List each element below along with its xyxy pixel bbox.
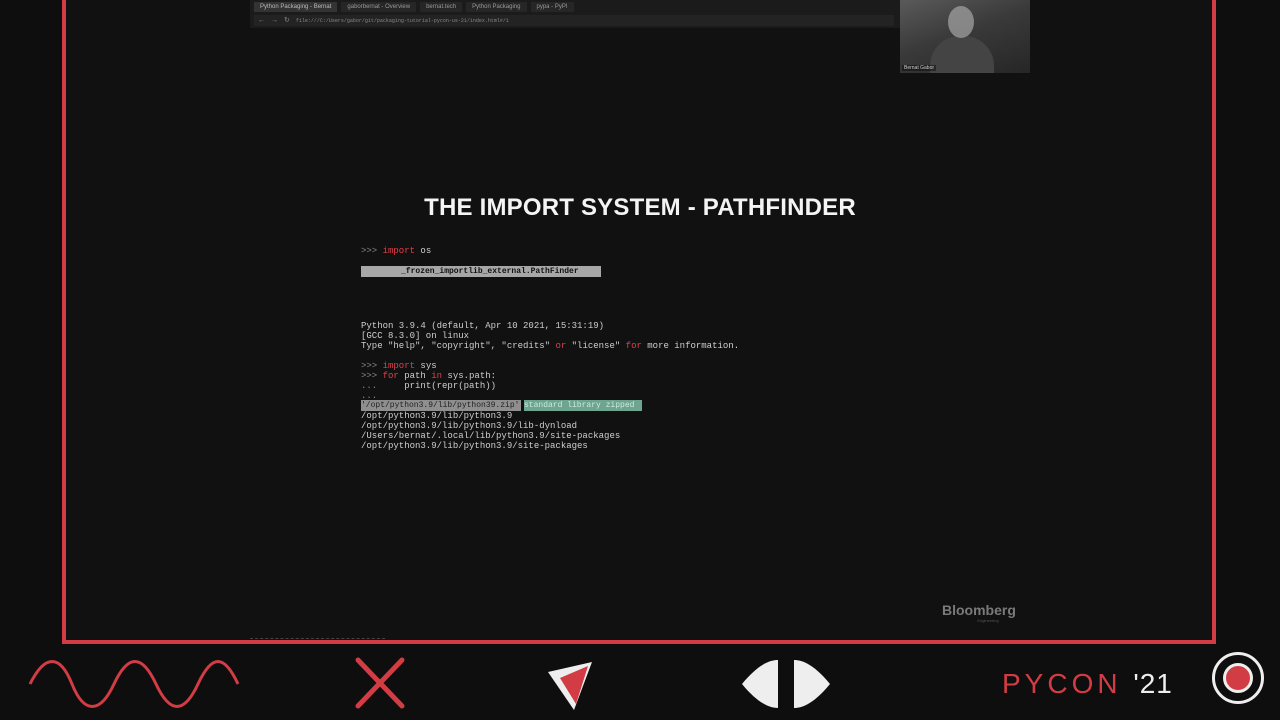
repl-prompt: >>>: [361, 371, 383, 381]
zip-path-highlight: '/opt/python3.9/lib/python39.zip': [361, 400, 521, 411]
keyword: for: [625, 341, 642, 351]
keyword: in: [431, 371, 443, 381]
repl-prompt: >>>: [361, 361, 383, 371]
webcam-name-label: Bernat Gabor: [902, 65, 937, 71]
code-text: os: [415, 246, 432, 256]
keyword: or: [555, 341, 567, 351]
browser-tab[interactable]: Python Packaging: [466, 2, 527, 12]
reload-icon[interactable]: ↻: [284, 15, 290, 26]
webcam-feed: Bernat Gabor: [900, 0, 1030, 73]
bloomberg-subtext: Engineering: [977, 618, 999, 623]
x-icon: [355, 657, 405, 709]
keyword: import: [382, 361, 416, 371]
repl-line: ... print(repr(path)): [361, 381, 496, 391]
person-face: [948, 6, 974, 38]
banner-line: [GCC 8.3.0] on linux: [361, 331, 470, 341]
zip-note-highlight: standard library zipped: [524, 400, 642, 411]
url-text[interactable]: file:///C:/Users/gabor/git/packaging-tut…: [296, 18, 509, 24]
repl-line: >>> for path in sys.path:: [361, 371, 496, 381]
path-line: /Users/bernat/.local/lib/python3.9/site-…: [361, 431, 621, 441]
paper-plane-icon: [548, 662, 592, 710]
browser-tab[interactable]: bernat.tech: [420, 2, 463, 12]
repl-prompt: ...: [361, 381, 405, 391]
pycon-year: '21: [1133, 668, 1173, 699]
browser-tab[interactable]: Python Packaging - Bernat: [254, 2, 338, 12]
pathfinder-highlight: _frozen_importlib_external.PathFinder: [361, 266, 601, 277]
slide-progress-ticks: [250, 636, 385, 639]
code-text: path: [398, 371, 432, 381]
code-text: "license": [566, 341, 626, 351]
path-line: /opt/python3.9/lib/python3.9: [361, 411, 513, 421]
code-text: sys.path:: [442, 371, 497, 381]
pycon-logo-icon: [1212, 652, 1264, 704]
wave-icon: [28, 660, 240, 708]
pycon-logo-inner: [1223, 663, 1253, 693]
forward-icon[interactable]: →: [271, 15, 278, 26]
banner-line: Python 3.9.4 (default, Apr 10 2021, 15:3…: [361, 321, 605, 331]
browser-tab[interactable]: gaborbernat - Overview: [341, 2, 417, 12]
repl-line: >>> import sys: [361, 361, 437, 371]
pycon-text: PYCON: [1002, 668, 1122, 699]
pycon-wordmark: PYCON '21: [1002, 668, 1173, 700]
address-bar[interactable]: ← → ↻ file:///C:/Users/gabor/git/packagi…: [254, 15, 894, 26]
repl-prompt: >>>: [361, 246, 383, 256]
keyword: for: [382, 371, 399, 381]
slide-frame: [62, 0, 1216, 644]
tab-strip: Python Packaging - Bernat gaborbernat - …: [250, 0, 574, 14]
eye-icon: [742, 660, 830, 708]
browser-tab[interactable]: pypa - PyPI: [530, 2, 574, 12]
person-body: [930, 36, 994, 73]
path-line: /opt/python3.9/lib/python3.9/lib-dynload: [361, 421, 578, 431]
code-text: Type "help", "copyright", "credits": [361, 341, 556, 351]
path-line: /opt/python3.9/lib/python3.9/site-packag…: [361, 441, 588, 451]
code-line-import-os: >>> import os: [361, 246, 431, 256]
code-text: print(repr(path)): [404, 381, 497, 391]
code-text: sys: [415, 361, 437, 371]
keyword: import: [382, 246, 416, 256]
bloomberg-logo: Bloomberg: [942, 602, 1016, 618]
banner-line: Type "help", "copyright", "credits" or "…: [361, 341, 739, 351]
back-icon[interactable]: ←: [258, 15, 265, 26]
code-text: more information.: [641, 341, 740, 351]
slide-title: THE IMPORT SYSTEM - PATHFINDER: [424, 194, 856, 221]
pycon-footer: PYCON '21: [0, 648, 1280, 720]
browser-window: Python Packaging - Bernat gaborbernat - …: [250, 0, 900, 28]
